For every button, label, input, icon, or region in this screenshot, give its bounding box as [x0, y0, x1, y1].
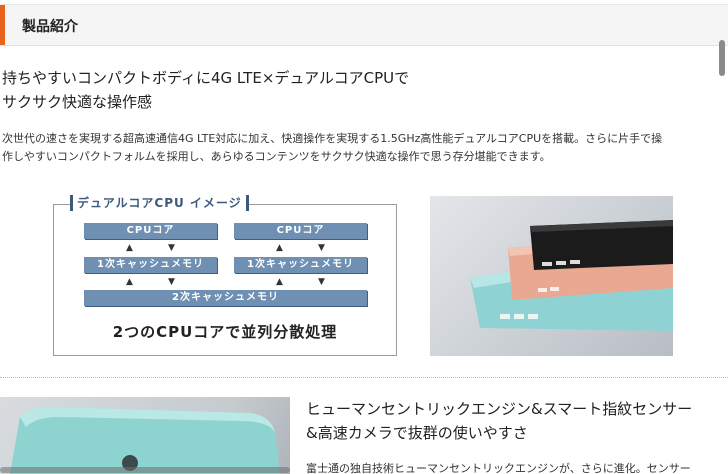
- arrow-down-icon: ▼: [168, 277, 175, 287]
- arrow-down-icon: ▼: [318, 243, 325, 253]
- arrow-up-icon: ▲: [276, 243, 283, 253]
- l1-cache-box-2: 1次キャッシュメモリ: [234, 257, 367, 273]
- horizontal-scrollbar[interactable]: [0, 467, 290, 473]
- arrow-down-icon: ▼: [318, 277, 325, 287]
- phone-product-photo-2: [0, 397, 290, 474]
- section-title: 製品紹介: [22, 19, 78, 35]
- vertical-scrollbar[interactable]: [719, 40, 725, 76]
- cpu-core-box-2: CPUコア: [234, 223, 367, 239]
- feature2-body: 富士通の独自技術ヒューマンセントリックエンジンが、さらに進化。センサー: [306, 460, 728, 474]
- phone-closeup-illustration: [10, 406, 280, 474]
- feature1-heading-line1: 持ちやすいコンパクトボディに4G LTE×デュアルコアCPUで: [2, 69, 410, 87]
- dual-core-diagram: デュアルコアCPU イメージ CPUコア CPUコア ▲ ▼ ▲ ▼ 1次キャッ…: [53, 195, 397, 356]
- section-header: 製品紹介: [0, 4, 728, 46]
- feature1-body-line1: 次世代の速さを実現する超高速通信4G LTE対応に加え、快適操作を実現する1.5…: [2, 132, 663, 145]
- cpu-core-box-1: CPUコア: [84, 223, 217, 239]
- feature2-heading: ヒューマンセントリックエンジン&スマート指紋センサー &高速カメラで抜群の使いや…: [306, 397, 692, 445]
- feature2-heading-line2: &高速カメラで抜群の使いやすさ: [306, 424, 528, 442]
- feature1-heading-line2: サクサク快適な操作感: [2, 93, 153, 111]
- l2-cache-box: 2次キャッシュメモリ: [84, 290, 367, 306]
- feature1-body-line2: 作しやすいコンパクトフォルムを採用し、あらゆるコンテンツをサクサク快適な操作で思…: [2, 150, 551, 163]
- section-accent-bar: [0, 5, 5, 45]
- diagram-caption: 2つのCPUコアで並列分散処理: [112, 323, 338, 341]
- arrow-up-icon: ▲: [276, 277, 283, 287]
- feature2-body-line1: 富士通の独自技術ヒューマンセントリックエンジンが、さらに進化。センサー: [306, 462, 691, 474]
- arrow-down-icon: ▼: [168, 243, 175, 253]
- arrow-up-icon: ▲: [126, 277, 133, 287]
- feature2-heading-line1: ヒューマンセントリックエンジン&スマート指紋センサー: [306, 400, 693, 418]
- feature1-heading: 持ちやすいコンパクトボディに4G LTE×デュアルコアCPUで サクサク快適な操…: [2, 66, 409, 114]
- l1-cache-box-1: 1次キャッシュメモリ: [84, 257, 217, 273]
- arrow-up-icon: ▲: [126, 243, 133, 253]
- section-divider: [0, 377, 728, 378]
- diagram-legend: デュアルコアCPU イメージ: [70, 195, 249, 211]
- feature1-body: 次世代の速さを実現する超高速通信4G LTE対応に加え、快適操作を実現する1.5…: [2, 130, 728, 166]
- phone-product-photo: [430, 196, 673, 356]
- phones-illustration: [470, 220, 673, 331]
